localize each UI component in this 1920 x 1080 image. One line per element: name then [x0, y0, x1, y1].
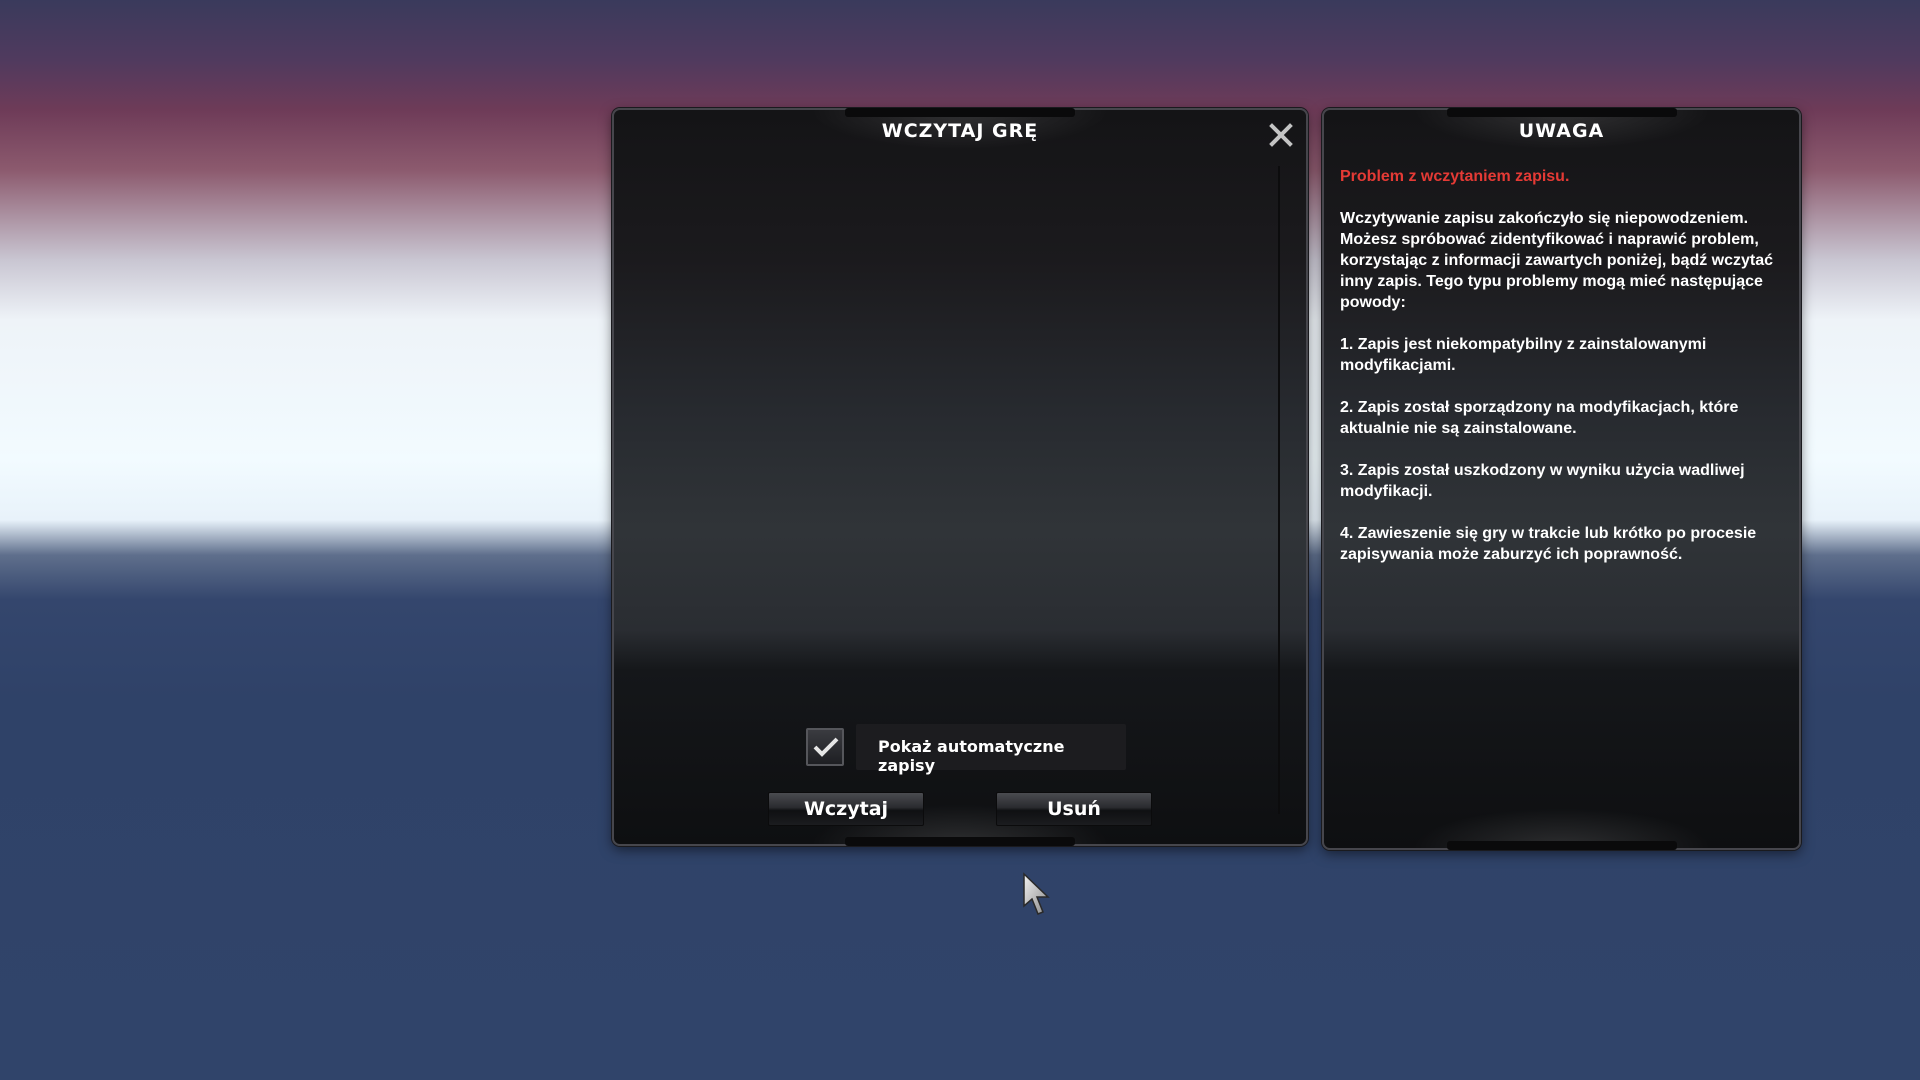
warning-dialog-title: UWAGA	[1518, 120, 1605, 142]
checkmark-icon	[813, 737, 839, 757]
autosave-label: Pokaż automatyczne zapisy	[878, 737, 1065, 775]
save-list-scrollbar[interactable]	[1278, 166, 1280, 814]
warning-reason: 2. Zapis został sporządzony na modyfikac…	[1340, 399, 1739, 437]
warning-reason: 3. Zapis został uszkodzony w wyniku użyc…	[1340, 462, 1745, 500]
warning-dialog: UWAGA Problem z wczytaniem zapisu. Wczyt…	[1322, 108, 1801, 850]
autosave-toggle-row[interactable]: Pokaż automatyczne zapisy	[806, 724, 1126, 775]
panel-top-tab	[1446, 108, 1677, 117]
save-list[interactable]	[628, 162, 1276, 814]
load-game-dialog: WCZYTAJ GRĘ Pokaż automatyczne zapisy Wc…	[612, 108, 1308, 846]
mouse-cursor-icon	[1023, 872, 1050, 915]
close-icon	[1269, 123, 1293, 147]
delete-button[interactable]: Usuń	[996, 792, 1152, 826]
autosave-label-box[interactable]: Pokaż automatyczne zapisy	[856, 724, 1126, 775]
autosave-checkbox[interactable]	[806, 728, 844, 766]
close-button[interactable]	[1266, 120, 1296, 150]
warning-intro: Wczytywanie zapisu zakończyło się niepow…	[1340, 210, 1774, 311]
warning-message: Problem z wczytaniem zapisu. Wczytywanie…	[1340, 166, 1788, 586]
warning-headline: Problem z wczytaniem zapisu.	[1340, 168, 1570, 185]
panel-bottom-tab	[845, 837, 1075, 846]
panel-top-tab	[845, 108, 1075, 117]
panel-bottom-tab	[1446, 841, 1677, 850]
load-dialog-title: WCZYTAJ GRĘ	[881, 120, 1039, 142]
warning-reason: 1. Zapis jest niekompatybilny z zainstal…	[1340, 336, 1707, 374]
warning-reason: 4. Zawieszenie się gry w trakcie lub kró…	[1340, 525, 1757, 563]
load-button[interactable]: Wczytaj	[768, 792, 924, 826]
